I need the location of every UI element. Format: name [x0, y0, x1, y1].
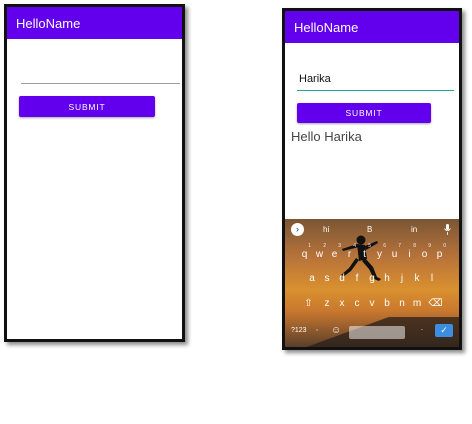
app-title: HelloName — [16, 15, 81, 31]
key[interactable]: 0p — [432, 243, 447, 260]
key[interactable]: d — [335, 273, 350, 284]
phone-screen-filled: HelloName Harika SUBMIT Hello Harika › h… — [282, 8, 462, 350]
key[interactable]: a — [305, 273, 320, 284]
app-title: HelloName — [294, 19, 359, 35]
space-bar[interactable] — [349, 326, 405, 339]
key[interactable]: b — [380, 298, 395, 309]
app-bar: HelloName — [285, 11, 459, 43]
app-bar: HelloName — [7, 7, 182, 39]
key[interactable]: l — [425, 273, 440, 284]
key[interactable]: g — [365, 273, 380, 284]
key[interactable]: x — [335, 298, 350, 309]
key[interactable]: j — [395, 273, 410, 284]
key[interactable]: z — [320, 298, 335, 309]
key[interactable]: 3e — [327, 243, 342, 260]
keyboard-bottom-row: ?123 , ☺ . ✓ — [285, 323, 459, 339]
key[interactable]: m — [410, 298, 425, 309]
key[interactable]: 5t — [357, 243, 372, 260]
key[interactable]: 1q — [297, 243, 312, 260]
key[interactable]: 7u — [387, 243, 402, 260]
greeting-text: Hello Harika — [291, 129, 362, 144]
key[interactable]: v — [365, 298, 380, 309]
submit-button-label: SUBMIT — [345, 108, 383, 118]
key[interactable]: 4r — [342, 243, 357, 260]
shift-icon[interactable]: ⇧ — [298, 298, 320, 309]
suggestion-strip: › hi B in — [285, 219, 459, 239]
suggestion-1[interactable]: hi — [323, 225, 329, 234]
key[interactable]: 8i — [402, 243, 417, 260]
symbols-key[interactable]: ?123 — [291, 327, 307, 334]
submit-button[interactable]: SUBMIT — [297, 103, 431, 123]
suggestion-3[interactable]: in — [411, 225, 417, 234]
period-key[interactable]: . — [421, 325, 423, 332]
backspace-icon[interactable]: ⌫ — [425, 298, 447, 309]
name-input[interactable]: Harika — [297, 73, 454, 91]
submit-button-label: SUBMIT — [68, 101, 106, 112]
key[interactable]: n — [395, 298, 410, 309]
key[interactable]: k — [410, 273, 425, 284]
soft-keyboard: › hi B in 1q 2w 3e 4r 5t 6y 7u 8i 9o 0p … — [285, 219, 459, 347]
emoji-icon[interactable]: ☺ — [331, 325, 341, 336]
key[interactable]: h — [380, 273, 395, 284]
keyboard-row-1: 1q 2w 3e 4r 5t 6y 7u 8i 9o 0p — [285, 243, 459, 260]
key[interactable]: 2w — [312, 243, 327, 260]
key[interactable]: 6y — [372, 243, 387, 260]
checkmark-icon[interactable]: ✓ — [435, 324, 453, 337]
key[interactable]: c — [350, 298, 365, 309]
microphone-icon[interactable] — [444, 224, 451, 235]
keyboard-row-3: ⇧ z x c v b n m ⌫ — [285, 298, 459, 309]
key[interactable]: f — [350, 273, 365, 284]
chevron-right-icon[interactable]: › — [291, 223, 304, 236]
key[interactable]: s — [320, 273, 335, 284]
keyboard-row-2: a s d f g h j k l — [285, 273, 459, 284]
comma-key[interactable]: , — [316, 325, 318, 332]
key[interactable]: 9o — [417, 243, 432, 260]
phone-screen-empty: HelloName SUBMIT — [4, 4, 185, 342]
suggestion-2[interactable]: B — [367, 225, 372, 234]
name-input[interactable] — [21, 83, 180, 84]
submit-button[interactable]: SUBMIT — [19, 96, 155, 117]
